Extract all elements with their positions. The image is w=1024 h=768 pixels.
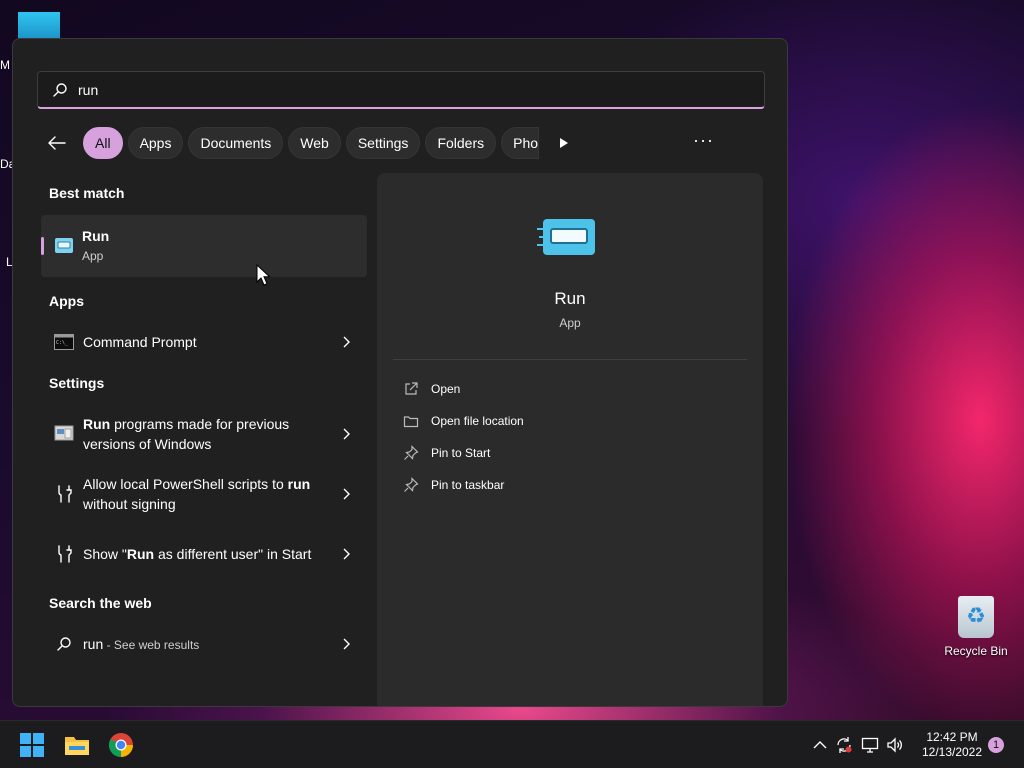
sync-icon[interactable] (835, 736, 853, 754)
folder-icon (65, 737, 89, 755)
filter-settings[interactable]: Settings (345, 127, 421, 159)
chevron-right-icon (343, 488, 350, 500)
chevron-right-icon (343, 548, 350, 560)
filter-all[interactable]: All (83, 127, 123, 159)
start-button[interactable] (18, 731, 46, 759)
tools-icon (53, 483, 75, 505)
best-match-item[interactable]: Run App (41, 215, 367, 277)
best-match-heading: Best match (49, 185, 125, 201)
setting-item-label: Allow local PowerShell scripts to run wi… (83, 476, 311, 512)
app-item-label: Command Prompt (83, 334, 197, 350)
pin-icon (404, 445, 419, 460)
search-panel: All Apps Documents Web Settings Folders … (12, 38, 788, 707)
setting-item-powershell[interactable]: Allow local PowerShell scripts to run wi… (41, 473, 367, 515)
terminal-icon: C:\_ (53, 331, 75, 353)
action-pin-to-taskbar[interactable]: Pin to taskbar (403, 477, 504, 493)
action-label: Open file location (431, 414, 524, 428)
action-open[interactable]: Open (403, 381, 460, 397)
chevron-right-icon (343, 638, 350, 650)
scroll-filters-button[interactable] (552, 127, 576, 159)
search-box[interactable] (37, 71, 765, 109)
search-icon (53, 633, 75, 655)
notification-badge[interactable]: 1 (988, 737, 1004, 753)
chrome-button[interactable] (107, 731, 135, 759)
chevron-up-icon[interactable] (811, 736, 829, 754)
filter-documents[interactable]: Documents (188, 127, 284, 159)
open-external-icon (405, 382, 418, 395)
play-right-icon (560, 138, 569, 148)
best-match-title: Run (82, 228, 110, 244)
preview-pane: Run App Open Open file location Pin to S… (377, 173, 763, 706)
search-icon (53, 82, 67, 97)
tools-icon (53, 543, 75, 565)
desktop-label-fragment: M (0, 58, 10, 72)
selection-accent (41, 237, 44, 255)
run-app-icon (537, 219, 595, 255)
recycle-bin-icon (958, 596, 994, 638)
volume-icon[interactable] (886, 736, 904, 754)
folder-icon (403, 416, 419, 428)
action-label: Pin to taskbar (431, 478, 505, 492)
action-open-file-location[interactable]: Open file location (403, 413, 524, 429)
back-button[interactable] (41, 127, 73, 159)
ellipsis-icon: ··· (693, 130, 714, 150)
web-result-item[interactable]: run - See web results (41, 631, 367, 657)
run-app-icon (55, 238, 73, 253)
filter-bar: All Apps Documents Web Settings Folders … (41, 127, 741, 159)
filter-photos[interactable]: Pho (501, 127, 540, 159)
system-clock[interactable]: 12:42 PM 12/13/2022 (910, 730, 994, 760)
preview-title: Run (554, 289, 586, 308)
compatibility-icon (53, 423, 75, 445)
clock-date: 12/13/2022 (921, 745, 983, 759)
filter-folders[interactable]: Folders (425, 127, 497, 159)
filter-web[interactable]: Web (288, 127, 341, 159)
filter-apps[interactable]: Apps (127, 127, 184, 159)
chevron-right-icon (343, 336, 350, 348)
more-options-button[interactable]: ··· (693, 130, 714, 153)
app-item-command-prompt[interactable]: C:\_ Command Prompt (41, 329, 367, 355)
network-icon[interactable] (861, 736, 879, 754)
setting-item-label: Show "Run as different user" in Start (83, 546, 312, 562)
windows-logo-icon (20, 733, 44, 757)
web-result-label: run - See web results (83, 635, 200, 652)
chrome-icon (108, 733, 133, 757)
setting-item-run-as-user[interactable]: Show "Run as different user" in Start (41, 533, 367, 575)
arrow-left-icon (48, 136, 66, 150)
pin-icon (404, 477, 419, 492)
setting-item-label: Run programs made for previous versions … (83, 416, 290, 452)
chevron-right-icon (343, 428, 350, 440)
action-label: Pin to Start (431, 446, 491, 460)
action-pin-to-start[interactable]: Pin to Start (403, 445, 490, 461)
file-explorer-button[interactable] (63, 731, 91, 759)
taskbar: 12:42 PM 12/13/2022 1 (0, 720, 1024, 768)
settings-heading: Settings (49, 375, 105, 391)
search-input[interactable] (78, 81, 678, 98)
preview-divider (393, 359, 747, 360)
best-match-subtitle: App (82, 249, 104, 263)
recycle-bin[interactable]: Recycle Bin (940, 596, 1012, 658)
recycle-bin-label: Recycle Bin (944, 644, 1008, 658)
apps-heading: Apps (49, 293, 84, 309)
search-web-heading: Search the web (49, 595, 152, 611)
svg-text:C:\_: C:\_ (56, 340, 69, 346)
setting-item-compat[interactable]: Run programs made for previous versions … (41, 413, 367, 455)
action-label: Open (431, 382, 461, 396)
mouse-cursor-icon (256, 264, 270, 286)
clock-time: 12:42 PM (926, 730, 978, 744)
preview-subtitle: App (559, 316, 581, 330)
